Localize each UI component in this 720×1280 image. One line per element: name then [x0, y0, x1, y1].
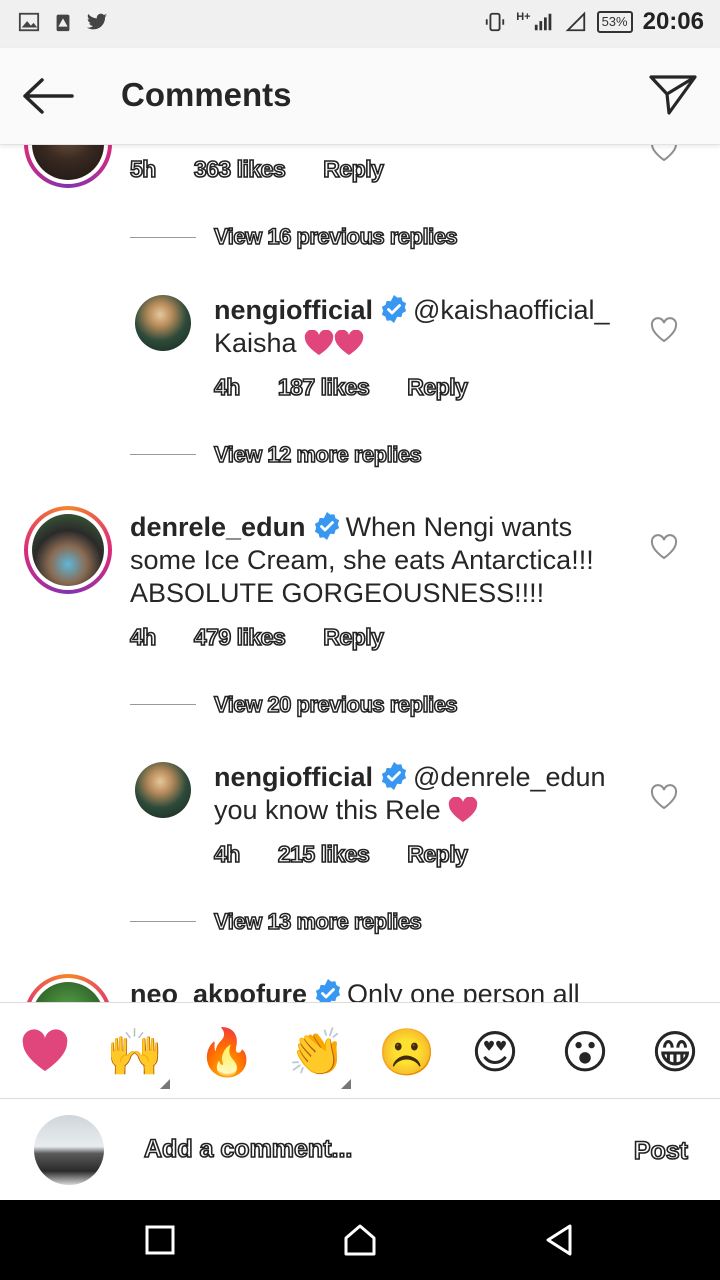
- heart-emoji-icon: [304, 330, 334, 355]
- comment-text: Only one person all: [347, 979, 580, 1002]
- verified-badge-icon: [315, 979, 341, 1002]
- divider: [130, 921, 196, 922]
- comment-time: 4h: [213, 373, 241, 401]
- divider: [130, 454, 196, 455]
- comment-text: @kaishaofficial_: [413, 295, 610, 325]
- comment-likes[interactable]: 479 likes: [193, 623, 287, 651]
- recent-apps-icon[interactable]: [140, 1220, 180, 1260]
- heart-outline-icon[interactable]: [650, 317, 678, 343]
- view-replies-link[interactable]: View 20 previous replies: [213, 691, 458, 718]
- avatar: [34, 1115, 104, 1185]
- avatar[interactable]: [135, 295, 191, 351]
- username[interactable]: nengiofficial: [214, 295, 373, 325]
- verified-badge-icon: [314, 512, 339, 540]
- comment-text: ABSOLUTE GORGEOUSNESS!!!!: [130, 578, 545, 608]
- heart-outline-icon[interactable]: [650, 144, 678, 162]
- heart-emoji-icon: [334, 330, 364, 355]
- twitter-icon: [86, 13, 108, 30]
- network-type: H+: [516, 11, 531, 23]
- divider: [130, 237, 196, 238]
- verified-badge-icon: [381, 295, 407, 323]
- back-arrow-icon[interactable]: [20, 76, 76, 116]
- avatar[interactable]: [135, 762, 191, 818]
- back-nav-icon[interactable]: [540, 1220, 580, 1260]
- heart-emoji[interactable]: [18, 1025, 72, 1079]
- divider: [130, 704, 196, 705]
- surprised-face-emoji[interactable]: 😮: [558, 1025, 612, 1079]
- reply-button[interactable]: Reply: [322, 623, 384, 651]
- avatar[interactable]: [24, 974, 112, 1002]
- system-nav-bar: [0, 1200, 720, 1280]
- verified-badge-icon: [381, 762, 407, 790]
- gallery-icon: [18, 12, 40, 32]
- comment-text: Kaisha: [214, 328, 297, 358]
- post-button[interactable]: Post: [633, 1136, 689, 1166]
- username[interactable]: denrele_edun: [130, 512, 306, 542]
- header-bar: Comments: [0, 48, 720, 145]
- heart-emoji-icon: [448, 797, 478, 822]
- heart-outline-icon[interactable]: [650, 784, 678, 810]
- comment-likes[interactable]: 187 likes: [277, 373, 371, 401]
- page-title: Comments: [121, 76, 292, 113]
- variant-indicator: [341, 1079, 351, 1089]
- heart-outline-icon[interactable]: [650, 534, 678, 560]
- reply-button[interactable]: Reply: [406, 840, 468, 868]
- sad-face-emoji[interactable]: ☹️: [378, 1025, 435, 1079]
- clock: 20:06: [642, 8, 704, 35]
- direct-share-icon[interactable]: [648, 72, 698, 118]
- reply-button[interactable]: Reply: [406, 373, 468, 401]
- comment-composer: Add a comment... Post: [0, 1098, 720, 1201]
- avatar[interactable]: [24, 506, 112, 594]
- comment-text: @denrele_edun: [413, 762, 606, 792]
- username[interactable]: neo_akpofure: [130, 979, 307, 1002]
- comment-likes[interactable]: 215 likes: [277, 840, 371, 868]
- comment-likes[interactable]: 363 likes: [193, 155, 287, 183]
- username[interactable]: nengiofficial: [214, 762, 373, 792]
- raised-hands-emoji[interactable]: 🙌: [106, 1025, 163, 1079]
- fire-emoji[interactable]: 🔥: [198, 1025, 255, 1079]
- status-bar: H+ 53% 20:06: [0, 0, 720, 48]
- alert-icon: [56, 14, 70, 32]
- view-replies-link[interactable]: View 12 more replies: [213, 441, 422, 468]
- view-replies-link[interactable]: View 13 more replies: [213, 908, 422, 935]
- comment-input[interactable]: Add a comment...: [143, 1134, 353, 1164]
- avatar[interactable]: [24, 144, 112, 188]
- view-replies-link[interactable]: View 16 previous replies: [213, 223, 458, 250]
- reply-button[interactable]: Reply: [322, 155, 384, 183]
- comments-list: 5h 363 likes Reply View 16 previous repl…: [0, 144, 720, 1002]
- signal-icon: [534, 13, 551, 31]
- emoji-quick-bar: 🙌 🔥 👏 ☹️ 😍 😮 😁: [0, 1002, 720, 1099]
- vibrate-icon: [486, 12, 505, 32]
- comment-text: some Ice Cream, she eats Antarctica!!!: [130, 545, 594, 575]
- comment-time: 4h: [129, 623, 157, 651]
- signal-empty-icon: [565, 11, 585, 32]
- home-icon[interactable]: [340, 1220, 380, 1260]
- comment-text: When Nengi wants: [345, 512, 573, 542]
- comment-text: you know this Rele: [214, 795, 441, 825]
- battery-indicator: 53%: [596, 11, 633, 33]
- comment-time: 5h: [129, 155, 157, 183]
- heart-eyes-emoji[interactable]: 😍: [468, 1025, 522, 1079]
- variant-indicator: [160, 1079, 170, 1089]
- comment-time: 4h: [213, 840, 241, 868]
- clapping-hands-emoji[interactable]: 👏: [288, 1025, 345, 1079]
- laughing-face-emoji[interactable]: 😁: [648, 1025, 702, 1079]
